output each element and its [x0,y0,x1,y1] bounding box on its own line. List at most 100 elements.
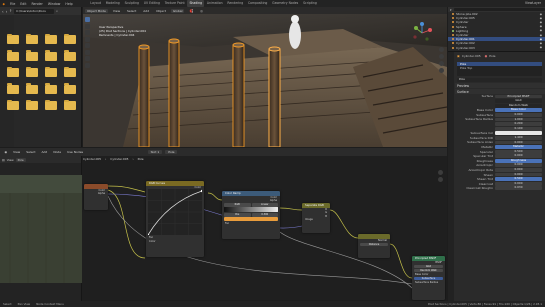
visibility-eye-icon[interactable]: ◉ [540,17,542,20]
blender-logo-icon[interactable]: ◆ [0,2,7,6]
select-tool-icon[interactable] [85,17,90,22]
file-item[interactable] [3,83,22,96]
image-menu-view[interactable]: View [7,158,14,162]
zoom-icon[interactable] [439,47,444,52]
node-material-field[interactable]: Pole [165,150,178,154]
menu-render[interactable]: Render [29,2,45,6]
node-color-ramp[interactable]: Color Ramp Color Alpha RGB Linear Pos 0.… [222,191,280,239]
3d-viewport[interactable]: Object Mode View Select Add Object Globa… [83,7,447,147]
tab-texture-paint[interactable]: Texture Paint [162,0,187,7]
outliner-search-input[interactable] [453,7,545,12]
transform-tool-icon[interactable] [85,49,90,55]
ramp-stop-color[interactable] [224,217,278,221]
file-item[interactable] [22,66,41,79]
file-item[interactable] [60,83,79,96]
material-slot-list[interactable]: Pole Pole Top [457,61,542,76]
node-socket-normal[interactable]: Normal [358,239,390,243]
node-socket-fac[interactable]: Fac [222,222,280,226]
proportional-edit-icon[interactable]: ◎ [198,9,205,13]
forward-arrow-icon[interactable]: › [6,9,8,14]
menu-file[interactable]: File [7,2,17,6]
tab-animation[interactable]: Animation [204,0,225,7]
tab-scripting[interactable]: Scripting [301,0,320,7]
editor-type-icon[interactable]: ◉ [3,150,9,154]
node-socket-alpha[interactable]: Alpha [84,192,108,196]
visibility-eye-icon[interactable]: ◉ [540,13,542,16]
file-item[interactable] [60,33,79,46]
view-layer-name[interactable]: ViewLayer [525,1,541,5]
node-field-subsurface-method[interactable]: Random Walk [414,268,443,273]
node-mix[interactable]: Normal Distance [358,234,390,258]
menu-window[interactable]: Window [45,2,63,6]
node-socket-base-color[interactable]: Base Color [412,273,445,277]
outliner-filter-icon[interactable]: ▾ [450,8,452,12]
ramp-pos-value[interactable]: 0.300 [251,213,278,217]
shader-node-editor[interactable]: ◉ View Select Add Node Use Nodes Slot 1 … [0,148,447,301]
menu-help[interactable]: Help [63,2,75,6]
tab-rendering[interactable]: Rendering [225,0,246,7]
move-tool-icon[interactable] [85,30,90,35]
measure-tool-icon[interactable] [85,62,90,68]
ramp-color-mode[interactable]: RGB [224,203,251,207]
viewport-menu-select[interactable]: Select [125,9,138,13]
navigation-gizmo[interactable] [411,22,433,44]
node-socket-image[interactable]: Image [302,218,330,222]
file-item[interactable] [41,83,60,96]
node-socket-bsdf[interactable]: BSDF [412,261,445,265]
viewport-menu-add[interactable]: Add [141,9,151,13]
camera-icon[interactable] [439,61,444,66]
object-mode-dropdown[interactable]: Object Mode [85,8,108,13]
parent-folder-icon[interactable]: ↑ [9,9,12,13]
file-item[interactable] [3,50,22,63]
tab-geometry-nodes[interactable]: Geometry Nodes [270,0,301,7]
menu-edit[interactable]: Edit [18,2,29,6]
tab-sculpting[interactable]: Sculpting [122,0,141,7]
curve-graph[interactable] [146,189,204,237]
ramp-interpolation[interactable]: Linear [251,203,278,207]
node-rgb-curves[interactable]: RGB Curves Color Fac Color [146,181,204,257]
file-item[interactable] [41,99,60,112]
node-separate-rgb[interactable]: Separate RGB R G B Image [302,203,330,233]
node-zoom-icon[interactable] [438,170,443,175]
file-item[interactable] [22,99,41,112]
back-arrow-icon[interactable]: ‹ [2,9,4,14]
rotate-tool-icon[interactable] [85,36,90,42]
transform-orientation-dropdown[interactable]: Global [170,8,185,13]
file-path-field[interactable]: C:\Users\Anton\Docu [14,8,55,14]
node-menu-view[interactable]: View [12,150,22,154]
node-image-texture[interactable]: Color Alpha [84,184,108,210]
outliner-item[interactable]: Cylinder.003 ◉ [448,46,545,50]
visibility-eye-icon[interactable]: ◉ [540,42,542,45]
node-socket-color-in[interactable]: Color [146,240,204,244]
file-item[interactable] [22,50,41,63]
viewport-menu-object[interactable]: Object [154,9,168,13]
visibility-eye-icon[interactable]: ◉ [540,25,542,28]
file-item[interactable] [22,33,41,46]
visibility-eye-icon[interactable]: ◉ [540,38,542,41]
node-field-distance[interactable]: Distance [360,242,388,247]
bsdf-input-field[interactable]: 0.100 [495,126,542,131]
visibility-eye-icon[interactable]: ◉ [540,29,542,32]
node-socket-alpha[interactable]: Alpha [222,199,280,203]
visibility-eye-icon[interactable]: ◉ [540,21,542,24]
image-editor-icon[interactable]: ▤ [2,158,5,162]
section-preview[interactable]: Preview [455,83,545,89]
tab-uv-editing[interactable]: UV Editing [141,0,162,7]
ramp-pos-label[interactable]: Pos [224,213,251,217]
file-item[interactable] [41,66,60,79]
file-item[interactable] [60,99,79,112]
file-item[interactable] [3,66,22,79]
node-field-distribution[interactable]: GGX [414,264,443,269]
node-menu-node[interactable]: Node [52,150,63,154]
file-item[interactable] [60,50,79,63]
search-icon[interactable]: ⌕ [56,9,58,13]
ramp-gradient[interactable] [224,207,278,213]
viewport-menu-view[interactable]: View [111,9,122,13]
node-principled-bsdf[interactable]: Principled BSDF BSDF GGX Random Walk Bas… [412,256,445,300]
node-socket-subsurface-radius[interactable]: Subsurface Radius [412,281,445,285]
visibility-eye-icon[interactable]: ◉ [540,34,542,37]
file-item[interactable] [3,33,22,46]
visibility-eye-icon[interactable]: ◉ [540,46,542,49]
slot-dropdown[interactable]: Slot 1 [147,150,163,154]
cursor-tool-icon[interactable] [85,23,90,29]
